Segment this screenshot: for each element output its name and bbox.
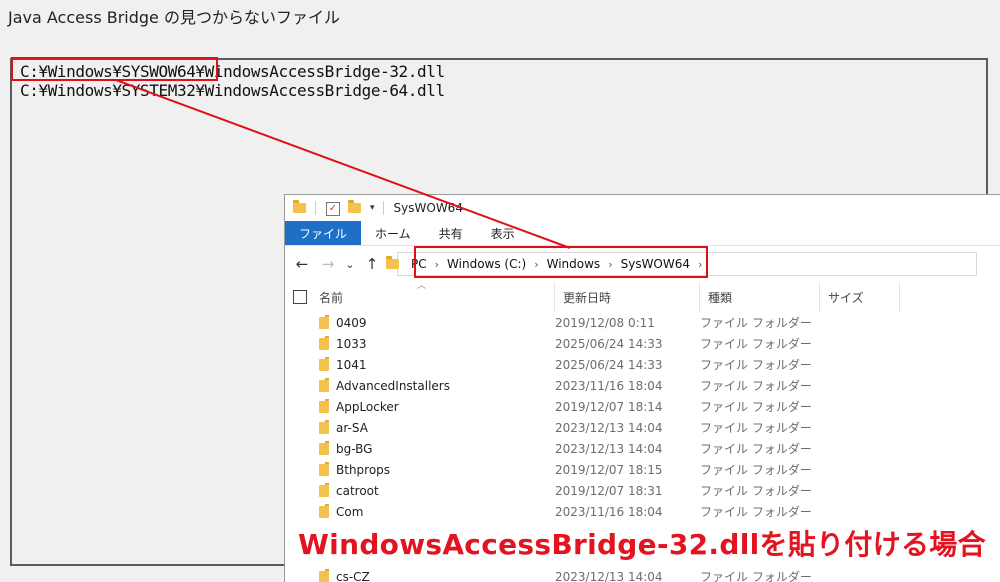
file-type: ファイル フォルダー — [700, 314, 820, 331]
file-name: 0409 — [329, 316, 555, 330]
file-name: AppLocker — [329, 400, 555, 414]
file-date: 2023/11/16 18:04 — [555, 505, 700, 519]
file-type: ファイル フォルダー — [700, 440, 820, 457]
file-date: 2023/11/16 18:04 — [555, 379, 700, 393]
file-name: 1033 — [329, 337, 555, 351]
file-date: 2025/06/24 14:33 — [555, 337, 700, 351]
tab-file[interactable]: ファイル — [285, 221, 361, 245]
file-date: 2023/12/13 14:04 — [555, 442, 700, 456]
file-type: ファイル フォルダー — [700, 568, 820, 582]
file-name: Com — [329, 505, 555, 519]
folder-icon — [319, 506, 329, 518]
tab-home[interactable]: ホーム — [361, 221, 425, 245]
up-arrow-icon[interactable]: ↑ — [359, 255, 385, 273]
folder-icon — [293, 202, 307, 214]
file-name: cs-CZ — [329, 570, 555, 582]
annotation-caption: WindowsAccessBridge-32.dllを貼り付ける場合 — [298, 523, 986, 563]
file-type: ファイル フォルダー — [700, 356, 820, 373]
recent-locations-chevron-icon[interactable]: ⌄ — [341, 258, 359, 271]
explorer-window-title: SysWOW64 — [394, 201, 463, 215]
column-type[interactable]: 種類 — [700, 282, 820, 312]
list-item[interactable]: AppLocker2019/12/07 18:14ファイル フォルダー — [285, 396, 1000, 417]
forward-arrow-icon[interactable]: → — [315, 255, 341, 273]
list-item[interactable]: 10412025/06/24 14:33ファイル フォルダー — [285, 354, 1000, 375]
folder-icon — [386, 259, 399, 269]
properties-check-icon[interactable]: ✓ — [326, 202, 340, 214]
ribbon-tabs: ファイル ホーム 共有 表示 — [285, 221, 1000, 246]
folder-icon — [319, 401, 329, 413]
file-name: catroot — [329, 484, 555, 498]
folder-icon — [319, 571, 329, 582]
column-name[interactable]: 名前 — [319, 282, 555, 312]
list-item[interactable]: 10332025/06/24 14:33ファイル フォルダー — [285, 333, 1000, 354]
folder-icon — [319, 317, 329, 329]
column-date-modified[interactable]: 更新日時 — [555, 282, 700, 312]
column-headers: ︿ 名前 更新日時 種類 サイズ — [285, 282, 1000, 312]
highlight-box-syswow64-path — [11, 57, 218, 81]
file-type: ファイル フォルダー — [700, 461, 820, 478]
explorer-titlebar: ✓ ▾ SysWOW64 — [285, 195, 1000, 221]
file-type: ファイル フォルダー — [700, 377, 820, 394]
divider — [315, 201, 316, 215]
file-date: 2019/12/07 18:14 — [555, 400, 700, 414]
file-type: ファイル フォルダー — [700, 482, 820, 499]
list-item[interactable]: bg-BG2023/12/13 14:04ファイル フォルダー — [285, 438, 1000, 459]
sort-up-icon: ︿ — [417, 278, 426, 291]
missing-file-path-64[interactable]: C:¥Windows¥SYSTEM32¥WindowsAccessBridge-… — [20, 81, 445, 100]
file-date: 2025/06/24 14:33 — [555, 358, 700, 372]
list-item[interactable]: Com2023/11/16 18:04ファイル フォルダー — [285, 501, 1000, 522]
file-type: ファイル フォルダー — [700, 335, 820, 352]
file-name: bg-BG — [329, 442, 555, 456]
folder-icon — [319, 422, 329, 434]
file-type: ファイル フォルダー — [700, 398, 820, 415]
new-folder-icon[interactable] — [348, 202, 362, 214]
highlight-box-address-bar — [414, 246, 708, 278]
file-date: 2019/12/07 18:15 — [555, 463, 700, 477]
file-date: 2023/12/13 14:04 — [555, 570, 700, 582]
tab-view[interactable]: 表示 — [477, 221, 529, 245]
folder-icon — [319, 443, 329, 455]
list-item[interactable]: cs-CZ2023/12/13 14:04ファイル フォルダー — [285, 566, 1000, 582]
list-item[interactable]: AdvancedInstallers2023/11/16 18:04ファイル フ… — [285, 375, 1000, 396]
folder-icon — [319, 338, 329, 350]
file-date: 2023/12/13 14:04 — [555, 421, 700, 435]
file-type: ファイル フォルダー — [700, 503, 820, 520]
file-name: ar-SA — [329, 421, 555, 435]
folder-icon — [319, 380, 329, 392]
column-size[interactable]: サイズ — [820, 282, 900, 312]
file-name: 1041 — [329, 358, 555, 372]
back-arrow-icon[interactable]: ← — [289, 255, 315, 273]
tab-share[interactable]: 共有 — [425, 221, 477, 245]
list-item[interactable]: Bthprops2019/12/07 18:15ファイル フォルダー — [285, 459, 1000, 480]
file-date: 2019/12/08 0:11 — [555, 316, 700, 330]
file-name: Bthprops — [329, 463, 555, 477]
customize-toolbar-icon[interactable]: ▾ — [370, 203, 375, 213]
file-date: 2019/12/07 18:31 — [555, 484, 700, 498]
folder-icon — [319, 485, 329, 497]
folder-icon — [319, 464, 329, 476]
file-type: ファイル フォルダー — [700, 419, 820, 436]
file-name: AdvancedInstallers — [329, 379, 555, 393]
folder-icon — [319, 359, 329, 371]
list-item[interactable]: catroot2019/12/07 18:31ファイル フォルダー — [285, 480, 1000, 501]
select-all-checkbox[interactable] — [293, 290, 307, 304]
divider — [383, 201, 384, 215]
list-item[interactable]: ar-SA2023/12/13 14:04ファイル フォルダー — [285, 417, 1000, 438]
list-item[interactable]: 04092019/12/08 0:11ファイル フォルダー — [285, 312, 1000, 333]
dialog-title: Java Access Bridge の見つからないファイル — [8, 4, 340, 28]
